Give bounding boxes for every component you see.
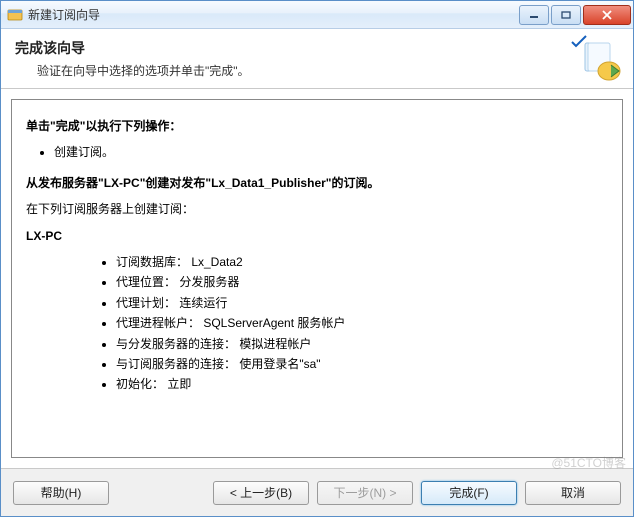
minimize-button[interactable] [519,5,549,25]
wizard-icon [579,39,623,83]
summary-heading: 单击"完成"以执行下列操作： [26,116,608,136]
maximize-button[interactable] [551,5,581,25]
detail-item: 订阅数据库： Lx_Data2 [116,252,608,272]
page-title: 完成该向导 [15,38,619,58]
page-subtitle: 验证在向导中选择的选项并单击"完成"。 [15,62,619,79]
server-name: LX-PC [26,226,608,246]
button-bar: 帮助(H) < 上一步(B) 下一步(N) > 完成(F) 取消 [1,468,633,516]
window-title: 新建订阅向导 [28,6,517,23]
detail-item: 与分发服务器的连接： 模拟进程帐户 [116,334,608,354]
wizard-header: 完成该向导 验证在向导中选择的选项并单击"完成"。 [1,29,633,89]
subscribe-on-text: 在下列订阅服务器上创建订阅： [26,199,608,219]
detail-item: 代理进程帐户： SQLServerAgent 服务帐户 [116,313,608,333]
content-area: 单击"完成"以执行下列操作： 创建订阅。 从发布服务器"LX-PC"创建对发布"… [1,89,633,468]
window-controls [517,5,631,25]
cancel-button[interactable]: 取消 [525,481,621,505]
app-icon [7,7,23,23]
close-button[interactable] [583,5,631,25]
detail-item: 代理计划： 连续运行 [116,293,608,313]
summary-box[interactable]: 单击"完成"以执行下列操作： 创建订阅。 从发布服务器"LX-PC"创建对发布"… [11,99,623,458]
detail-item: 初始化： 立即 [116,374,608,394]
action-item: 创建订阅。 [54,142,608,162]
wizard-window: 新建订阅向导 完成该向导 验证在向导中选择的选项并单击"完成"。 [0,0,634,517]
back-button[interactable]: < 上一步(B) [213,481,309,505]
help-button[interactable]: 帮助(H) [13,481,109,505]
next-button: 下一步(N) > [317,481,413,505]
finish-button[interactable]: 完成(F) [421,481,517,505]
details-list: 订阅数据库： Lx_Data2 代理位置： 分发服务器 代理计划： 连续运行 代… [116,252,608,395]
detail-item: 与订阅服务器的连接： 使用登录名"sa" [116,354,608,374]
detail-item: 代理位置： 分发服务器 [116,272,608,292]
titlebar[interactable]: 新建订阅向导 [1,1,633,29]
create-from-text: 从发布服务器"LX-PC"创建对发布"Lx_Data1_Publisher"的订… [26,173,608,193]
